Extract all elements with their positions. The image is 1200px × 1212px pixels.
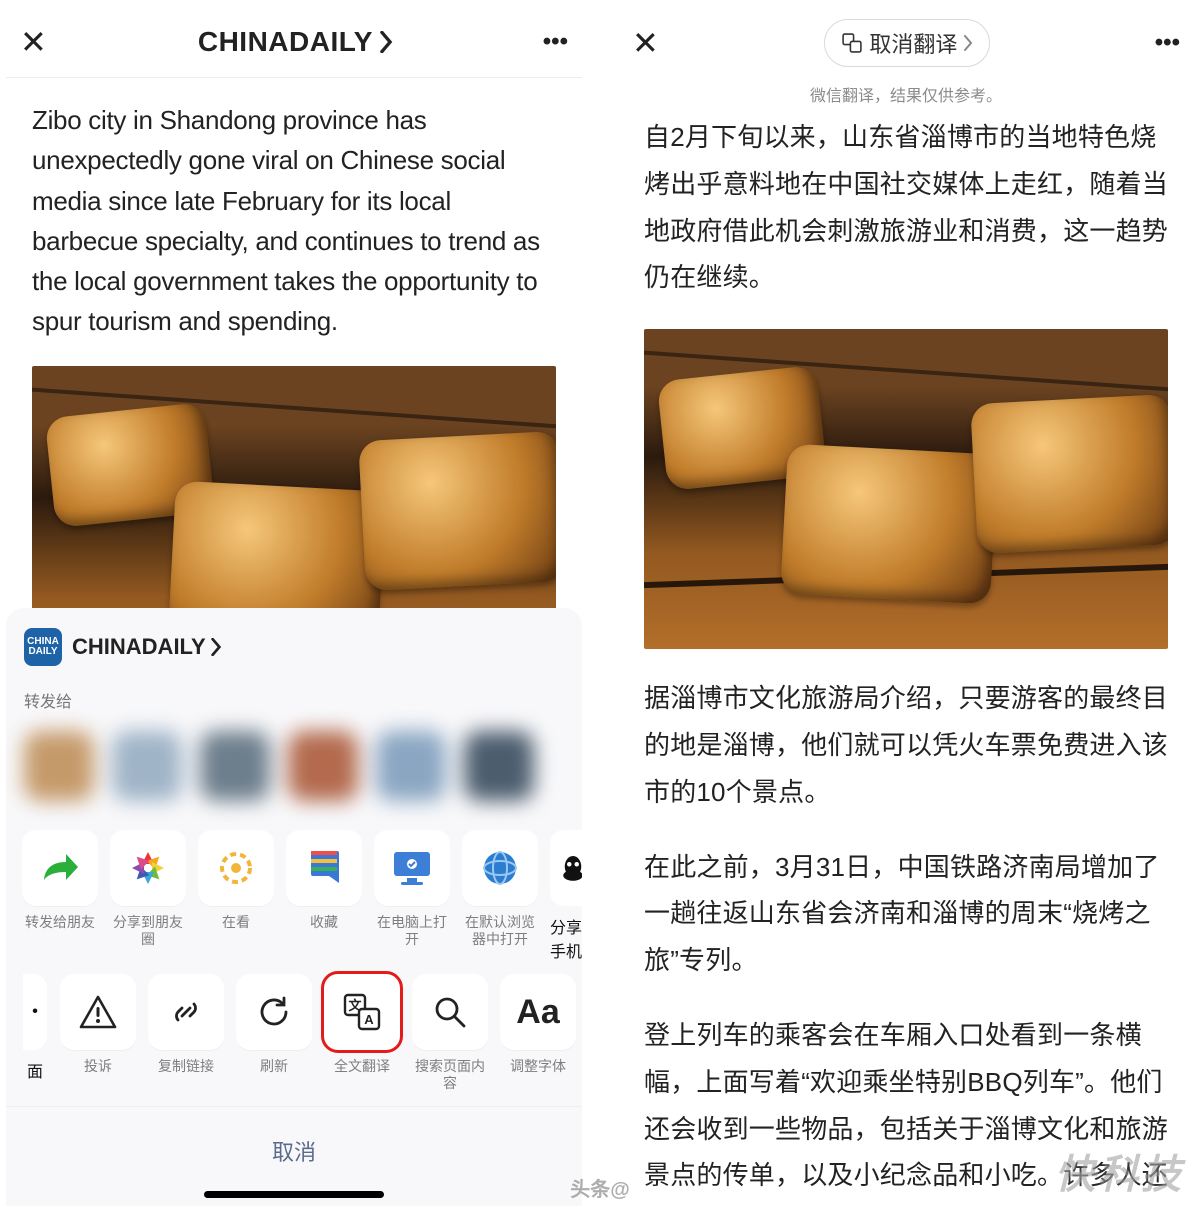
article-paragraph-cn: 自2月下旬以来，山东省淄博市的当地特色烧烤出乎意料地在中国社交媒体上走红，随着当… xyxy=(644,114,1168,301)
header-title-button[interactable]: CHINADAILY xyxy=(48,26,543,58)
tile-label: 搜索页面内容 xyxy=(412,1058,488,1092)
tile-refresh[interactable]: 刷新 xyxy=(236,974,312,1090)
publisher-link[interactable]: CHINADAILY xyxy=(72,634,222,660)
share-action-row-1: 转发给朋友 分享到朋友圈 在看 收藏 在电脑上打开 xyxy=(6,826,582,970)
translate-icon xyxy=(841,32,863,54)
tile-blank[interactable]: • 面 xyxy=(22,974,48,1082)
left-screenshot: ✕ CHINADAILY ••• Zibo city in Shandong p… xyxy=(6,6,582,1206)
tile-font-size[interactable]: Aa 调整字体 xyxy=(500,974,576,1090)
publisher-avatar: CHINADAILY xyxy=(24,628,62,666)
more-icon[interactable]: ••• xyxy=(1155,29,1180,57)
translation-disclaimer: 微信翻译，结果仅供参考。 xyxy=(618,82,1194,106)
chevron-right-icon xyxy=(963,35,973,51)
moments-icon xyxy=(128,848,168,888)
home-indicator xyxy=(204,1191,384,1198)
source-watermark: 快科技 xyxy=(1055,1142,1184,1200)
search-icon xyxy=(430,992,470,1032)
refresh-icon xyxy=(254,992,294,1032)
monitor-icon xyxy=(391,849,433,887)
qq-icon xyxy=(558,848,582,888)
wow-icon xyxy=(216,848,256,888)
tile-search-page[interactable]: 搜索页面内容 xyxy=(412,974,488,1092)
tile-label: 在看 xyxy=(222,914,250,946)
close-icon[interactable]: ✕ xyxy=(20,23,48,61)
share-sheet: CHINADAILY CHINADAILY 转发给 转发给朋友 分享到朋友圈 xyxy=(6,608,582,1206)
tile-label: 分享到朋友圈 xyxy=(110,914,186,948)
translate-icon: 文A xyxy=(341,991,383,1033)
tile-label: 面 xyxy=(27,1058,43,1082)
tile-label: 调整字体 xyxy=(510,1058,566,1090)
globe-icon xyxy=(480,848,520,888)
article-paragraph-cn: 据淄博市文化旅游局介绍，只要游客的最终目的地是淄博，他们就可以凭火车票免费进入该… xyxy=(644,675,1168,815)
tile-moments[interactable]: 分享到朋友圈 xyxy=(110,830,186,948)
font-icon: Aa xyxy=(516,993,559,1032)
warning-icon xyxy=(78,994,118,1030)
share-to-label: 转发给 xyxy=(6,678,582,714)
favorite-icon xyxy=(305,847,343,889)
tile-label: 在电脑上打开 xyxy=(374,914,450,948)
cancel-translate-label: 取消翻译 xyxy=(869,27,957,59)
share-action-row-2: • 面 投诉 复制链接 刷新 文A 全文翻译 xyxy=(6,970,582,1100)
right-screenshot: ✕ 取消翻译 ••• 微信翻译，结果仅供参考。 自2月下旬以来，山东省淄博市的当… xyxy=(618,6,1194,1206)
source-watermark-prefix: 头条@ xyxy=(570,1173,630,1202)
chevron-right-icon xyxy=(379,31,393,53)
header-title: CHINADAILY xyxy=(198,26,373,58)
right-header: ✕ 取消翻译 ••• xyxy=(618,6,1194,80)
tile-forward[interactable]: 转发给朋友 xyxy=(22,830,98,946)
recent-contacts-row[interactable] xyxy=(24,718,564,814)
chevron-right-icon xyxy=(210,638,222,656)
tile-overflow[interactable]: 分享手机 xyxy=(550,830,582,962)
article-hero-image xyxy=(644,329,1168,649)
more-icon[interactable]: ••• xyxy=(543,28,568,56)
tile-label: 收藏 xyxy=(310,914,338,946)
tile-label: 全文翻译 xyxy=(334,1058,390,1090)
tile-open-browser[interactable]: 在默认浏览器中打开 xyxy=(462,830,538,948)
tile-label: 刷新 xyxy=(260,1058,288,1090)
left-header: ✕ CHINADAILY ••• xyxy=(6,6,582,78)
tile-translate[interactable]: 文A 全文翻译 xyxy=(324,974,400,1090)
tile-copy-link[interactable]: 复制链接 xyxy=(148,974,224,1090)
tile-favorite[interactable]: 收藏 xyxy=(286,830,362,946)
svg-text:A: A xyxy=(364,1012,374,1027)
publisher-name: CHINADAILY xyxy=(72,634,206,660)
link-icon xyxy=(166,992,206,1032)
tile-label: 投诉 xyxy=(84,1058,112,1090)
cancel-button[interactable]: 取消 xyxy=(6,1106,582,1187)
cancel-translate-button[interactable]: 取消翻译 xyxy=(824,19,990,67)
tile-label: 转发给朋友 xyxy=(25,914,95,946)
tile-wow[interactable]: 在看 xyxy=(198,830,274,946)
tile-label: 复制链接 xyxy=(158,1058,214,1090)
forward-arrow-icon xyxy=(40,850,80,886)
tile-complaint[interactable]: 投诉 xyxy=(60,974,136,1090)
close-icon[interactable]: ✕ xyxy=(632,24,660,62)
tile-open-pc[interactable]: 在电脑上打开 xyxy=(374,830,450,948)
article-paragraph-cn: 在此之前，3月31日，中国铁路济南局增加了一趟往返山东省会济南和淄博的周末“烧烤… xyxy=(644,844,1168,984)
article-paragraph-en: Zibo city in Shandong province has unexp… xyxy=(32,100,556,342)
tile-label: 分享手机 xyxy=(550,914,582,962)
tile-label: 在默认浏览器中打开 xyxy=(462,914,538,948)
